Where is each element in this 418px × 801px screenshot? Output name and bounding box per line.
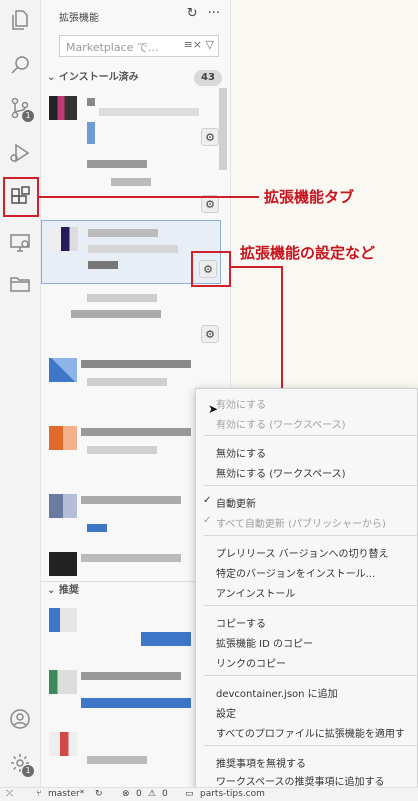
menu-item-apply-all-profiles[interactable]: すべてのプロファイルに拡張機能を適用す	[216, 725, 405, 740]
sidebar-scrollbar[interactable]	[219, 88, 227, 170]
source-control-icon[interactable]: 1	[6, 94, 34, 122]
chevron-down-icon: ⌄	[47, 585, 56, 596]
menu-item-enable-workspace[interactable]: 有効にする (ワークスペース)	[216, 416, 346, 431]
extension-logo	[49, 426, 77, 450]
warning-count[interactable]: 0	[162, 789, 168, 799]
extension-search-input[interactable]: Marketplace で... ≡× ▽	[59, 35, 219, 57]
extension-gear-button[interactable]: ⚙	[201, 325, 219, 343]
folder-icon[interactable]	[6, 270, 34, 298]
callout-line	[281, 266, 283, 388]
menu-item-uninstall[interactable]: アンインストール	[216, 585, 295, 600]
menu-item-add-devcontainer[interactable]: devcontainer.json に追加	[216, 685, 338, 700]
activity-bar: 1 1	[0, 0, 41, 787]
checkmark-icon: ✓	[203, 515, 212, 526]
menu-separator	[204, 535, 417, 536]
extension-logo	[49, 732, 77, 756]
extension-logo	[49, 358, 77, 382]
menu-item-enable[interactable]: 有効にする	[216, 396, 266, 411]
clear-filter-icon[interactable]: ≡×	[184, 38, 202, 51]
extension-gear-button[interactable]: ⚙	[201, 128, 219, 146]
menu-item-ignore-recommendation[interactable]: 推奨事項を無視する	[216, 755, 306, 770]
error-count[interactable]: 0	[136, 789, 142, 799]
callout-line	[231, 266, 283, 268]
extension-logo	[49, 552, 77, 576]
extension-context-menu: 有効にする 有効にする (ワークスペース) 無効にする 無効にする (ワークスペ…	[195, 388, 418, 788]
account-icon[interactable]	[6, 705, 34, 733]
list-item[interactable]	[41, 726, 221, 787]
extension-logo	[49, 96, 77, 120]
menu-item-settings[interactable]: 設定	[216, 705, 236, 720]
menu-item-copy-link[interactable]: リンクのコピー	[216, 655, 286, 670]
list-item[interactable]	[41, 288, 221, 350]
menu-separator	[204, 605, 417, 606]
filter-icon[interactable]: ▽	[206, 38, 214, 51]
remote-icon[interactable]: ⤫	[6, 789, 13, 799]
extension-logo	[49, 608, 77, 632]
menu-item-add-workspace-recommendation[interactable]: ワークスペースの推奨事項に追加する	[216, 773, 385, 787]
scm-badge: 1	[22, 110, 34, 122]
installed-section-header[interactable]: ⌄ インストール済み 43	[41, 69, 230, 87]
menu-item-label: 自動更新	[216, 499, 256, 510]
menu-item-auto-update-all[interactable]: ✓ すべて自動更新 (パブリッシャーから)	[203, 515, 386, 530]
menu-separator	[204, 745, 417, 746]
extension-logo	[49, 670, 77, 694]
warning-icon: ⚠	[148, 789, 157, 799]
callout-line	[39, 196, 259, 198]
search-placeholder: Marketplace で...	[66, 41, 159, 54]
status-bar: ⤫ ⑂ master* ↻ ⊗ 0 ⚠ 0 ▭ parts-tips.com	[0, 787, 418, 801]
branch-name[interactable]: master*	[48, 789, 84, 799]
list-item[interactable]	[41, 488, 221, 550]
list-item[interactable]	[41, 352, 221, 414]
list-item[interactable]	[41, 420, 221, 482]
callout-extension-settings: 拡張機能の設定など	[240, 244, 376, 262]
extension-logo	[49, 494, 77, 518]
refresh-icon[interactable]: ↻	[187, 6, 198, 21]
explorer-icon[interactable]	[6, 6, 34, 34]
callout-extensions-tab: 拡張機能タブ	[264, 188, 355, 206]
menu-item-disable-workspace[interactable]: 無効にする (ワークスペース)	[216, 465, 346, 480]
recommended-header-label: 推奨	[58, 585, 79, 596]
list-item[interactable]	[41, 152, 221, 192]
menu-item-copy-id[interactable]: 拡張機能 ID のコピー	[216, 635, 313, 650]
extension-logo	[50, 227, 78, 251]
search-icon[interactable]	[6, 51, 34, 79]
manage-icon[interactable]: 1	[6, 749, 34, 777]
extensions-tab-highlight	[3, 177, 39, 217]
remote-explorer-icon[interactable]	[6, 228, 34, 256]
menu-separator	[204, 435, 417, 436]
sync-icon[interactable]: ↻	[95, 789, 103, 799]
menu-separator	[204, 485, 417, 486]
checkmark-icon: ✓	[203, 495, 212, 506]
mouse-cursor-icon: ➤	[208, 402, 219, 416]
menu-item-label: すべて自動更新 (パブリッシャーから)	[216, 519, 386, 530]
chevron-down-icon: ⌄	[47, 72, 56, 83]
more-actions-icon[interactable]: ···	[208, 6, 220, 21]
error-icon: ⊗	[122, 789, 130, 799]
sidebar-title: 拡張機能	[59, 13, 99, 24]
menu-item-disable[interactable]: 無効にする	[216, 445, 266, 460]
branch-icon: ⑂	[36, 789, 42, 799]
menu-item-auto-update[interactable]: ✓ 自動更新	[203, 495, 256, 510]
manage-badge: 1	[22, 765, 34, 777]
list-item[interactable]	[41, 546, 221, 578]
sidebar-actions: ↻ ···	[187, 6, 220, 21]
installed-header-label: インストール済み	[58, 72, 139, 83]
folder-status-icon: ▭	[185, 789, 194, 799]
list-item[interactable]	[41, 602, 221, 664]
gear-highlight	[191, 251, 231, 287]
menu-item-copy[interactable]: コピーする	[216, 615, 266, 630]
list-item[interactable]	[41, 90, 221, 152]
menu-item-install-version[interactable]: 特定のバージョンをインストール...	[216, 565, 375, 580]
list-item[interactable]	[41, 664, 221, 726]
menu-item-switch-prerelease[interactable]: プレリリース バージョンへの切り替え	[216, 545, 388, 560]
menu-separator	[204, 675, 417, 676]
installed-count-badge: 43	[194, 70, 222, 86]
folder-name[interactable]: parts-tips.com	[200, 789, 265, 799]
run-debug-icon[interactable]	[6, 139, 34, 167]
